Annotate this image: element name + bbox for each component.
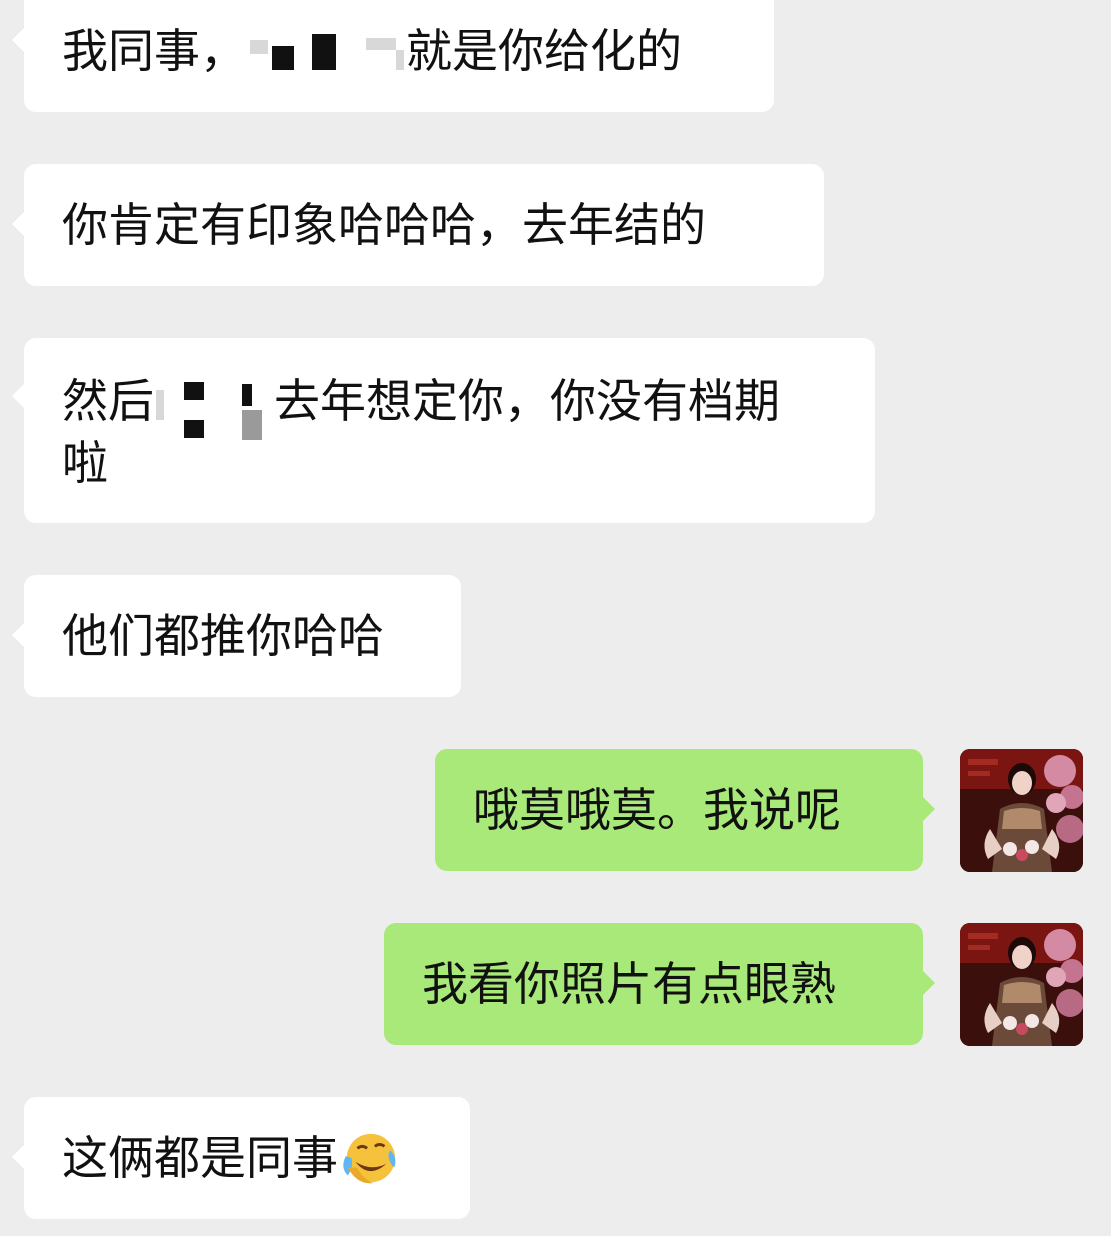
received-message-bubble[interactable]: 我同事， 就是你给化的: [12, 0, 774, 112]
bubble-tail: [12, 384, 24, 408]
message-text: 去年想定你，你没有档期: [274, 374, 780, 428]
bubble-tail: [12, 28, 24, 52]
user-avatar[interactable]: [960, 923, 1083, 1046]
message-text: 就是你给化的: [406, 24, 682, 78]
message-text: 这俩都是同事: [62, 1131, 338, 1185]
message-text-line-2: 啦: [62, 436, 108, 490]
message-text: 你肯定有印象哈哈哈，去年结的: [62, 198, 706, 252]
message-text: 哦莫哦莫。我说呢: [473, 783, 841, 837]
bubble-tail: [923, 797, 935, 821]
bubble-tail: [12, 212, 24, 236]
received-message-bubble[interactable]: 然后 去年想定你，你没有档期 啦: [12, 338, 875, 523]
sent-message-bubble[interactable]: 哦莫哦莫。我说呢: [435, 749, 935, 871]
message-text: 我看你照片有点眼熟: [422, 957, 836, 1011]
message-text: 然后: [62, 374, 154, 428]
message-text: 我同事，: [62, 24, 246, 78]
message-text: 他们都推你哈哈: [62, 609, 384, 663]
sent-message-bubble[interactable]: 我看你照片有点眼熟: [384, 923, 935, 1045]
received-message-bubble[interactable]: 你肯定有印象哈哈哈，去年结的: [12, 164, 824, 286]
received-message-bubble[interactable]: 这俩都是同事: [12, 1097, 470, 1219]
chat-message-list[interactable]: 我同事， 就是你给化的 你肯定有印象哈哈哈，去年结的 然后 去年想定你，你没有档…: [0, 0, 1111, 1236]
face-with-tears-of-joy-rolling-icon: [343, 1133, 396, 1184]
user-avatar[interactable]: [960, 749, 1083, 872]
redacted-name: [154, 380, 274, 440]
portrait-photo-icon: [960, 923, 1083, 1046]
bubble-tail: [923, 971, 935, 995]
received-message-bubble[interactable]: 他们都推你哈哈: [12, 575, 461, 697]
bubble-tail: [12, 623, 24, 647]
redacted-name: [246, 26, 406, 76]
portrait-photo-icon: [960, 749, 1083, 872]
bubble-tail: [12, 1145, 24, 1169]
